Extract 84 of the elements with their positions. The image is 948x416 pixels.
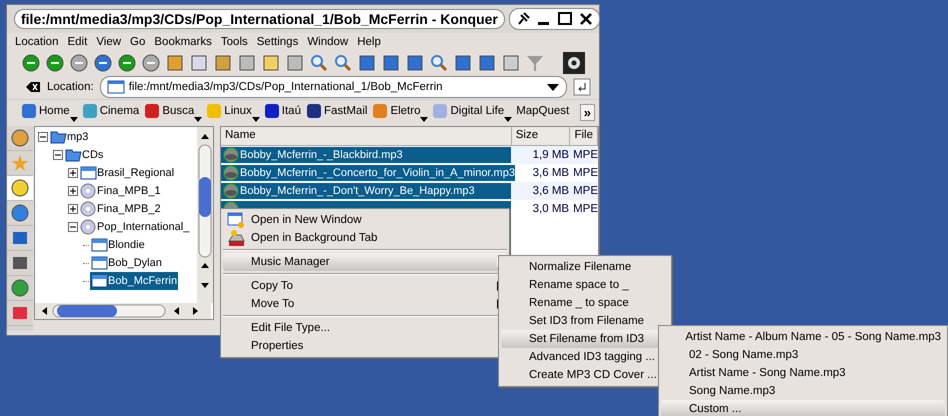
bookmark-icon: [264, 103, 280, 119]
bookmark-button[interactable]: Eletro: [372, 102, 428, 122]
zoom-in-icon[interactable]: [309, 53, 329, 73]
audio-file-icon: [223, 165, 239, 181]
bookmark-button[interactable]: Home: [21, 102, 78, 122]
bookmark-button[interactable]: MapQuest: [516, 104, 570, 120]
audio-file-icon: [223, 183, 239, 199]
menu-item[interactable]: Go: [130, 36, 146, 48]
file-type: MPE: [572, 203, 598, 215]
tree-item[interactable]: Brasil_Regional: [79, 164, 176, 182]
disc-icon: [80, 183, 97, 199]
collapse-icon[interactable]: [53, 150, 63, 160]
disc-icon: [80, 201, 97, 217]
go-icon[interactable]: [573, 78, 591, 96]
location-field[interactable]: file:/mnt/media3/mp3/CDs/Pop_International_1/Bob_McFerrin: [100, 76, 567, 98]
tree-item[interactable]: Blondie: [90, 236, 146, 254]
expand-icon[interactable]: [68, 186, 78, 196]
file-size: 3,0 MB: [532, 203, 570, 215]
bookmark-button[interactable]: Digital Life: [432, 102, 512, 122]
bookmark-icon: [144, 103, 160, 119]
menu-item[interactable]: Tools: [220, 36, 248, 48]
disc-icon: [80, 219, 97, 235]
window-title: file:/mnt/media3/mp3/CDs/Pop_International_1/Bob_McFerrin - Konquer: [14, 9, 505, 29]
tree-item[interactable]: Bob_Dylan: [90, 254, 163, 272]
menu-item[interactable]: Custom ...: [661, 400, 945, 416]
sidebar-tab[interactable]: [7, 176, 33, 201]
tree-item[interactable]: mp3: [49, 128, 90, 146]
tab-icon: [227, 229, 245, 247]
window-icon: [227, 211, 245, 229]
menu-item[interactable]: Rename _ to space: [501, 294, 669, 312]
bookmark-icon: [82, 103, 98, 119]
file-size: 3,6 MB: [532, 185, 570, 197]
column-header[interactable]: Name: [221, 127, 512, 145]
expand-icon[interactable]: [68, 204, 78, 214]
bookmark-icon: [432, 103, 448, 119]
menu-item[interactable]: Open in Background Tab: [223, 229, 507, 247]
bookmark-button[interactable]: FastMail: [306, 102, 368, 122]
file-type: MPE: [572, 185, 598, 197]
location-label: Location:: [47, 81, 94, 93]
tree-item[interactable]: CDs: [64, 146, 104, 164]
bookmark-button[interactable]: Busca: [144, 102, 202, 122]
menu-item[interactable]: Edit: [67, 36, 88, 48]
bookmark-button[interactable]: Itaú: [264, 102, 302, 122]
menu-item[interactable]: Help: [357, 36, 381, 48]
audio-file-icon: [223, 147, 239, 163]
bookmark-icon: [206, 103, 222, 119]
file-size: 1,9 MB: [532, 149, 570, 161]
menu-item[interactable]: Set ID3 from Filename: [501, 312, 669, 330]
menu-item[interactable]: Song Name.mp3: [661, 382, 945, 400]
menu-item[interactable]: Window: [307, 36, 348, 48]
bookmark-icon: [21, 103, 37, 119]
file-type: MPE: [572, 149, 598, 161]
clear-location-icon[interactable]: [25, 80, 41, 94]
bookmark-icon: [306, 103, 322, 119]
menu-item[interactable]: Bookmarks: [154, 36, 212, 48]
tree-item[interactable]: Fina_MPB_2: [79, 200, 162, 218]
menu-item[interactable]: Rename space to _: [501, 276, 669, 294]
collapse-icon[interactable]: [68, 222, 78, 232]
more-bookmarks-button[interactable]: »: [580, 104, 595, 120]
search-icon[interactable]: [429, 53, 449, 73]
menu-item[interactable]: Settings: [256, 36, 298, 48]
star-icon: [11, 154, 29, 172]
bookmark-button[interactable]: Linux: [206, 102, 260, 122]
collapse-icon[interactable]: [38, 132, 48, 142]
tree-item[interactable]: Pop_International_: [79, 218, 190, 236]
menu-item[interactable]: Artist Name - Song Name.mp3: [661, 364, 945, 382]
column-header[interactable]: File: [570, 127, 598, 145]
column-header[interactable]: Size: [512, 127, 570, 145]
menu-item[interactable]: Music Manager: [223, 253, 507, 271]
expand-icon[interactable]: [68, 168, 78, 178]
file-type: MPE: [572, 167, 598, 179]
vertical-scrollbar[interactable]: [197, 127, 213, 303]
bookmark-button[interactable]: Cinema: [82, 102, 140, 122]
zoom-out-icon[interactable]: [333, 53, 353, 73]
menu-item[interactable]: Open in New Window: [223, 211, 507, 229]
file-size: 3,6 MB: [532, 167, 570, 179]
menu-item[interactable]: 02 - Song Name.mp3: [661, 346, 945, 364]
menu-item[interactable]: View: [96, 36, 122, 48]
bookmark-icon: [372, 103, 388, 119]
menu-item[interactable]: Location: [15, 36, 58, 48]
tree-item[interactable]: Fina_MPB_1: [79, 182, 162, 200]
horizontal-scrollbar[interactable]: [35, 303, 211, 319]
tree-item[interactable]: Bob_McFerrin: [90, 272, 178, 290]
dropdown-caret-icon[interactable]: [546, 82, 560, 92]
